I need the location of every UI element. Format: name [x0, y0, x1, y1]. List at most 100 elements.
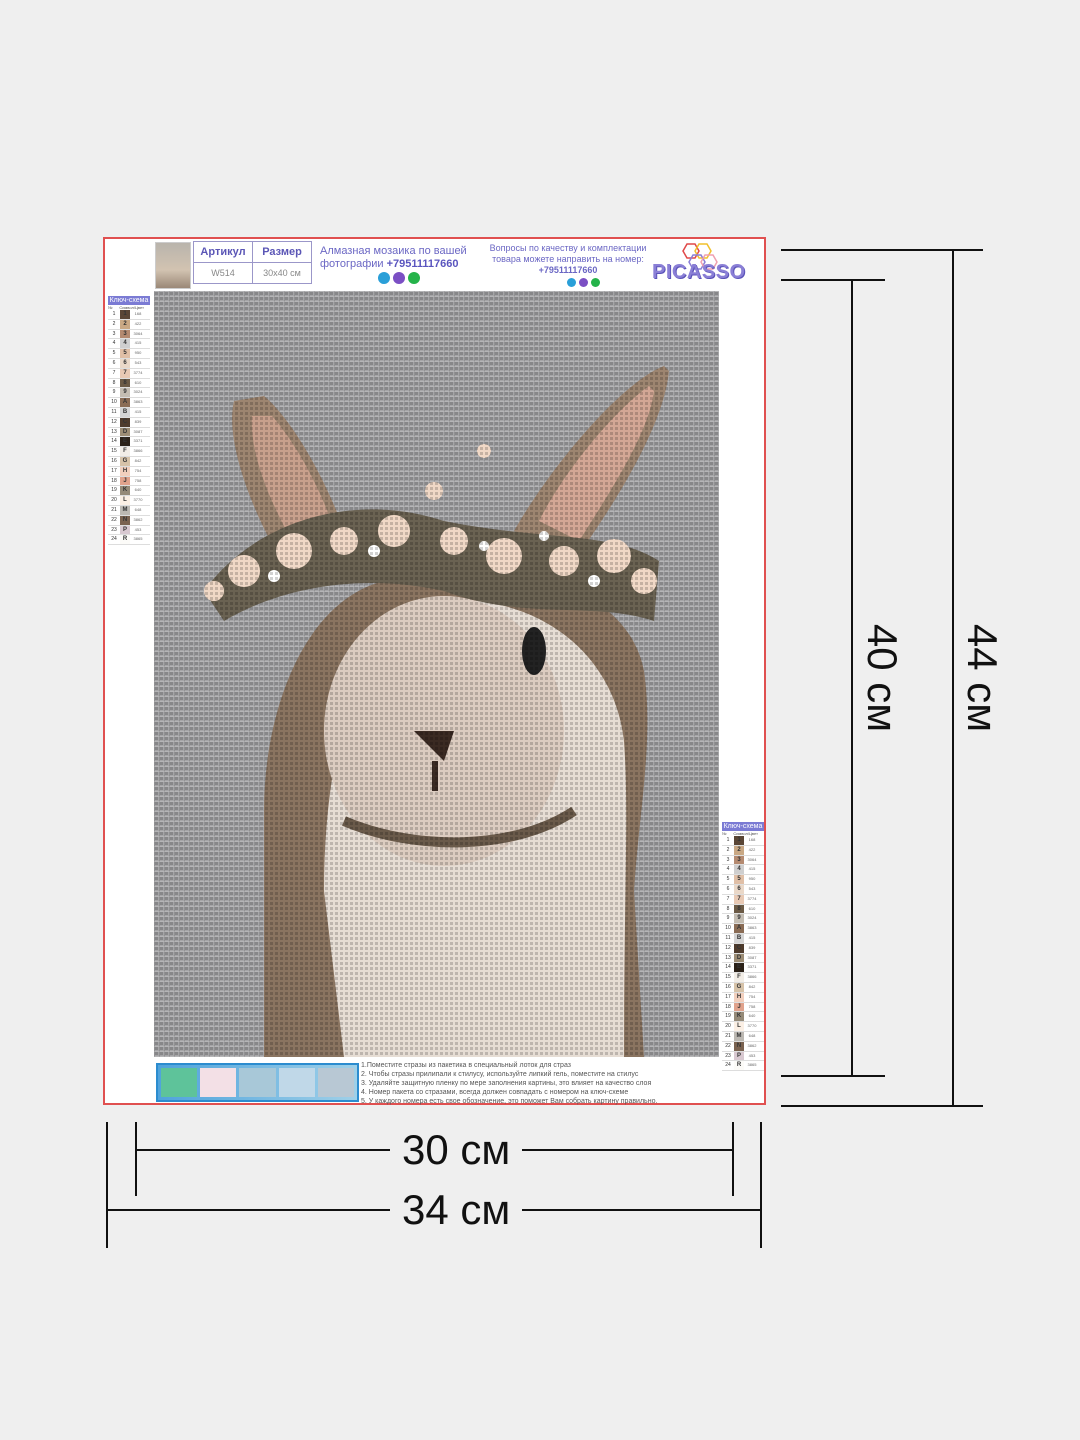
key-row-number: 19 — [725, 1013, 731, 1020]
key-row-symbol: E — [734, 963, 744, 973]
key-row: 8 8 610 — [722, 904, 764, 915]
picasso-logo: PICASSO — [652, 242, 757, 286]
key-row: 7 7 3774 — [722, 894, 764, 905]
key-row-number: 20 — [725, 1023, 731, 1030]
key-row-symbol: 6 — [120, 358, 130, 368]
key-row: 10 A 3863 — [108, 398, 150, 408]
instructions: 1.Поместите стразы из пакетика в специал… — [361, 1061, 657, 1106]
step-photo — [317, 1068, 355, 1097]
key-row-number: 13 — [111, 428, 117, 435]
key-row: 13 D 3087 — [108, 427, 150, 438]
key-row-number: 21 — [111, 506, 117, 513]
key-row-symbol: 1 — [734, 836, 744, 845]
key-row-number: 6 — [112, 359, 116, 366]
key-row-code: 168 — [134, 311, 142, 316]
key-row-code: 754 — [748, 993, 756, 999]
key-row-code: 422 — [748, 846, 756, 852]
key-row-number: 21 — [725, 1032, 731, 1039]
key-row-number: 23 — [725, 1052, 731, 1059]
key-row-code: 3862 — [747, 1042, 757, 1048]
key-row-code: 950 — [134, 350, 142, 356]
key-row-number: 5 — [726, 876, 730, 883]
key-row-symbol: G — [120, 456, 130, 466]
key-row-code: 453 — [748, 1052, 756, 1058]
key-row-number: 23 — [111, 526, 117, 533]
key-row-symbol: C — [734, 943, 744, 953]
key-row-symbol: 5 — [120, 349, 130, 358]
instruction-line: 4. Номер пакета со стразами, всегда долж… — [361, 1089, 629, 1096]
key-row-number: 16 — [111, 457, 117, 464]
key-row-symbol: G — [734, 982, 744, 992]
key-row: 16 G 842 — [108, 456, 150, 467]
key-row-number: 14 — [725, 964, 731, 971]
key-row-symbol: D — [120, 427, 130, 437]
key-row-code: 640 — [748, 1013, 756, 1019]
key-row-code: 3862 — [133, 516, 143, 522]
product-canvas: Артикул Размер W514 30x40 см Алмазная мо… — [103, 237, 766, 1105]
key-row-number: 8 — [112, 379, 116, 386]
key-row-symbol: R — [734, 1061, 744, 1071]
key-row-number: 22 — [725, 1042, 731, 1049]
key-row-number: 13 — [725, 954, 731, 961]
key-row-code: 3774 — [133, 369, 143, 375]
key-row: 17 H 754 — [722, 992, 764, 1003]
key-row-number: 19 — [111, 487, 117, 494]
key-row-code: 168 — [748, 837, 756, 842]
key-row: 18 J 758 — [722, 1002, 764, 1013]
key-row: 5 5 950 — [108, 349, 150, 359]
info-table: Артикул Размер W514 30x40 см — [193, 241, 312, 284]
key-row-symbol: L — [120, 496, 130, 505]
rabbit-illustration — [154, 291, 719, 1057]
key-row-number: 7 — [726, 895, 730, 902]
logo-text: PICASSO — [652, 261, 746, 283]
key-row: 11 B 415 — [108, 407, 150, 418]
key-row-code: 3064 — [747, 856, 757, 862]
key-row-symbol: P — [120, 525, 130, 535]
key-row-number: 20 — [111, 497, 117, 504]
key-row: 3 3 3064 — [722, 855, 764, 866]
key-row: 8 8 610 — [108, 378, 150, 389]
key-row: 21 M 648 — [108, 505, 150, 516]
key-row-code: 415 — [748, 934, 756, 940]
key-row: 23 P 453 — [108, 525, 150, 536]
key-row-code: 415 — [748, 866, 756, 872]
key-row-number: 10 — [725, 925, 731, 932]
key-row-code: 610 — [748, 905, 756, 911]
key-row-code: 3770 — [133, 497, 143, 503]
key-row-symbol: 1 — [120, 310, 130, 319]
key-row-symbol: N — [734, 1041, 744, 1051]
key-row-symbol: B — [120, 407, 130, 417]
key-row-number: 6 — [726, 885, 730, 892]
key-row: 19 K 640 — [722, 1012, 764, 1023]
key-row-code: 3087 — [133, 428, 143, 434]
key-row-symbol: 2 — [120, 319, 130, 329]
key-row: 13 D 3087 — [722, 953, 764, 964]
size-value: 30x40 см — [252, 262, 312, 284]
inner-height-line — [851, 280, 853, 1076]
key-row-number: 12 — [111, 418, 117, 425]
key-row-number: 3 — [112, 330, 116, 337]
key-row-code: 758 — [134, 477, 142, 483]
key-row-code: 3064 — [133, 330, 143, 336]
key-row-code: 3371 — [133, 438, 143, 444]
key-scheme-right: Ключ-схема № Символ/Цвет 1 1 168 2 2 422 3 3 306… — [722, 822, 764, 1072]
key-row-symbol: J — [734, 1002, 744, 1012]
instruction-line: 3. Удаляйте защитную пленку по мере запо… — [361, 1080, 652, 1087]
key-row-number: 22 — [111, 516, 117, 523]
key-row-number: 24 — [725, 1062, 731, 1069]
key-row: 2 2 422 — [722, 845, 764, 856]
key-row-code: 648 — [748, 1032, 756, 1038]
steps-photo-strip — [156, 1063, 359, 1102]
key-row-symbol: P — [734, 1051, 744, 1061]
key-row-symbol: K — [734, 1012, 744, 1022]
key-row-symbol: 5 — [734, 875, 744, 884]
key-row-symbol: K — [120, 486, 130, 496]
key-row: 21 M 648 — [722, 1031, 764, 1042]
key-row: 12 C 839 — [108, 417, 150, 428]
key-row-symbol: 3 — [734, 855, 744, 865]
key-row-code: 640 — [134, 487, 142, 493]
key-row: 2 2 422 — [108, 319, 150, 330]
key-row-code: 842 — [748, 983, 756, 989]
key-row: 17 H 754 — [108, 466, 150, 477]
key-row-symbol: 8 — [734, 904, 744, 914]
